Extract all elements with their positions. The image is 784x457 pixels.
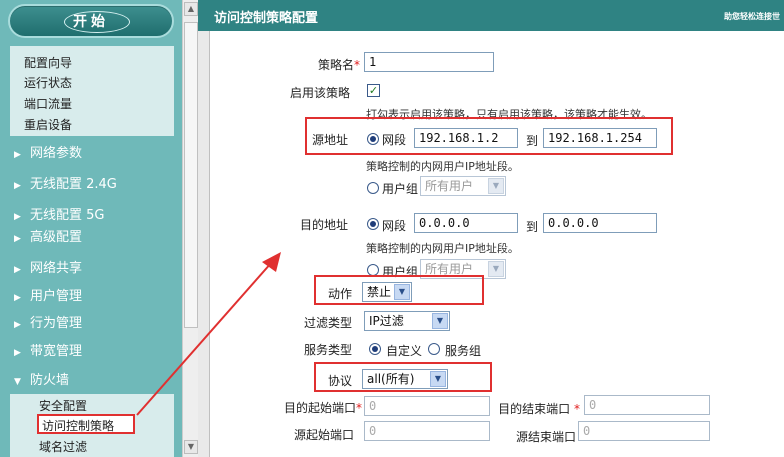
dst-start-port-label-text: 目的起始端口 bbox=[283, 401, 356, 415]
dst-start-port-input[interactable]: 0 bbox=[364, 396, 490, 416]
sidebar-item-security[interactable]: 安全配置 bbox=[39, 397, 87, 414]
start-button-label: 开始 bbox=[73, 14, 109, 30]
sidebar-section-firewall[interactable]: ▼ 防火墙 bbox=[14, 368, 174, 394]
page-title: 访问控制策略配置 bbox=[214, 11, 319, 26]
chevron-down-icon: ▼ bbox=[488, 261, 504, 277]
src-hint: 策略控制的内网用户IP地址段。 bbox=[366, 160, 519, 173]
dst-start-port-label: 目的起始端口* bbox=[262, 399, 362, 416]
src-to-label: 到 bbox=[526, 134, 539, 148]
dst-end-port-input[interactable]: 0 bbox=[584, 395, 710, 415]
enable-checkbox[interactable]: ✓ bbox=[367, 84, 380, 97]
sidebar-section-label: 用户管理 bbox=[30, 289, 83, 304]
scroll-down-icon[interactable]: ▼ bbox=[184, 440, 198, 454]
sidebar-item-access-control[interactable]: 访问控制策略 bbox=[42, 417, 114, 434]
dst-ip-to-input[interactable]: 0.0.0.0 bbox=[543, 213, 657, 233]
sidebar-section-label: 网络共享 bbox=[30, 261, 83, 276]
chevron-right-icon: ▶ bbox=[14, 320, 21, 330]
src-start-port-label: 源起始端口 bbox=[293, 428, 354, 442]
sidebar-section-wireless-24g[interactable]: ▶ 无线配置 2.4G bbox=[14, 172, 174, 198]
filter-type-label: 过滤类型 bbox=[303, 316, 352, 330]
policy-name-label-text: 策略名 bbox=[317, 58, 354, 72]
sidebar-section-label: 行为管理 bbox=[30, 316, 83, 331]
dst-hint: 策略控制的内网用户IP地址段。 bbox=[366, 242, 519, 255]
sidebar-item-domain-filter[interactable]: 域名过滤 bbox=[39, 438, 87, 455]
enable-label: 启用该策略 bbox=[289, 86, 350, 100]
dst-range-label: 网段 bbox=[382, 219, 407, 233]
sidebar: 开始 配置向导 运行状态 端口流量 重启设备 ▶ 网络参数 ▶ 无线配置 2.4G … bbox=[0, 0, 182, 457]
policy-name-input[interactable]: 1 bbox=[364, 52, 494, 72]
action-select[interactable]: 禁止 ▼ bbox=[362, 282, 412, 302]
sidebar-item-reboot[interactable]: 重启设备 bbox=[24, 116, 72, 133]
filter-type-select[interactable]: IP过滤 ▼ bbox=[364, 311, 450, 331]
chevron-right-icon: ▶ bbox=[14, 293, 21, 303]
chevron-right-icon: ▶ bbox=[14, 265, 21, 275]
sidebar-section-advanced[interactable]: ▶ 高级配置 bbox=[14, 225, 174, 251]
service-type-label: 服务类型 bbox=[303, 343, 352, 357]
chevron-right-icon: ▶ bbox=[14, 181, 21, 191]
src-range-label: 网段 bbox=[382, 133, 407, 147]
page-header: 访问控制策略配置 助您轻松连接世 bbox=[198, 0, 784, 31]
src-usergroup-radio[interactable] bbox=[367, 182, 379, 194]
action-label: 动作 bbox=[327, 287, 352, 301]
dst-range-radio[interactable] bbox=[367, 218, 379, 230]
sidebar-scrollbar[interactable]: ▲ ▼ bbox=[182, 0, 198, 457]
start-button[interactable]: 开始 bbox=[8, 4, 174, 38]
chevron-down-icon: ▼ bbox=[14, 377, 21, 387]
chevron-down-icon: ▼ bbox=[430, 371, 446, 387]
dst-ip-from-input[interactable]: 0.0.0.0 bbox=[414, 213, 518, 233]
sidebar-section-network[interactable]: ▶ 网络参数 bbox=[14, 141, 174, 167]
required-marker: * bbox=[354, 58, 360, 72]
dst-end-port-label-text: 目的结束端口 bbox=[498, 402, 571, 416]
sidebar-section-bandwidth[interactable]: ▶ 带宽管理 bbox=[14, 339, 174, 365]
chevron-right-icon: ▶ bbox=[14, 150, 21, 160]
sidebar-section-label: 防火墙 bbox=[30, 373, 70, 388]
src-usergroup-label: 用户组 bbox=[382, 182, 419, 196]
sidebar-section-sharing[interactable]: ▶ 网络共享 bbox=[14, 256, 174, 282]
src-usergroup-select[interactable]: 所有用户 ▼ bbox=[420, 176, 506, 196]
src-end-port-label: 源结束端口 bbox=[515, 430, 576, 444]
dst-address-label: 目的地址 bbox=[299, 218, 348, 232]
sidebar-section-label: 网络参数 bbox=[30, 146, 83, 161]
required-marker: * bbox=[570, 402, 580, 416]
dst-end-port-label: 目的结束端口 * bbox=[490, 400, 580, 417]
chevron-right-icon: ▶ bbox=[14, 348, 21, 358]
src-ip-to-input[interactable]: 192.168.1.254 bbox=[543, 128, 657, 148]
service-custom-label: 自定义 bbox=[386, 344, 423, 358]
sidebar-item-status[interactable]: 运行状态 bbox=[24, 74, 72, 91]
header-slogan: 助您轻松连接世 bbox=[724, 12, 780, 21]
dst-usergroup-value: 所有用户 bbox=[425, 262, 474, 276]
sidebar-section-users[interactable]: ▶ 用户管理 bbox=[14, 284, 174, 310]
required-marker: * bbox=[356, 401, 362, 415]
filter-type-value: IP过滤 bbox=[369, 314, 404, 328]
src-ip-from-input[interactable]: 192.168.1.2 bbox=[414, 128, 518, 148]
sidebar-section-label: 带宽管理 bbox=[30, 344, 83, 359]
chevron-down-icon: ▼ bbox=[394, 284, 410, 300]
sidebar-item-port-traffic[interactable]: 端口流量 bbox=[24, 95, 72, 112]
chevron-right-icon: ▶ bbox=[14, 234, 21, 244]
chevron-down-icon: ▼ bbox=[488, 178, 504, 194]
service-group-radio[interactable] bbox=[428, 343, 440, 355]
action-value: 禁止 bbox=[367, 285, 392, 299]
service-custom-radio[interactable] bbox=[369, 343, 381, 355]
protocol-select[interactable]: all(所有) ▼ bbox=[362, 369, 448, 389]
src-end-port-input[interactable]: 0 bbox=[578, 421, 710, 441]
protocol-label: 协议 bbox=[327, 374, 352, 388]
scroll-up-icon[interactable]: ▲ bbox=[184, 2, 198, 16]
chevron-down-icon: ▼ bbox=[432, 313, 448, 329]
protocol-value: all(所有) bbox=[367, 372, 415, 386]
content-left-border bbox=[198, 31, 210, 457]
src-address-label: 源地址 bbox=[311, 133, 348, 147]
src-usergroup-value: 所有用户 bbox=[425, 179, 474, 193]
sidebar-item-wizard[interactable]: 配置向导 bbox=[24, 54, 72, 71]
sidebar-section-label: 无线配置 2.4G bbox=[30, 177, 117, 192]
src-start-port-input[interactable]: 0 bbox=[364, 421, 490, 441]
sidebar-section-behavior[interactable]: ▶ 行为管理 bbox=[14, 311, 174, 337]
src-range-radio[interactable] bbox=[367, 133, 379, 145]
sidebar-section-label: 高级配置 bbox=[30, 230, 83, 245]
dst-to-label: 到 bbox=[526, 220, 539, 234]
sidebar-section-label: 无线配置 5G bbox=[30, 208, 105, 223]
scroll-thumb[interactable] bbox=[184, 22, 198, 328]
service-group-label: 服务组 bbox=[445, 344, 482, 358]
policy-name-label: 策略名* bbox=[300, 56, 360, 73]
